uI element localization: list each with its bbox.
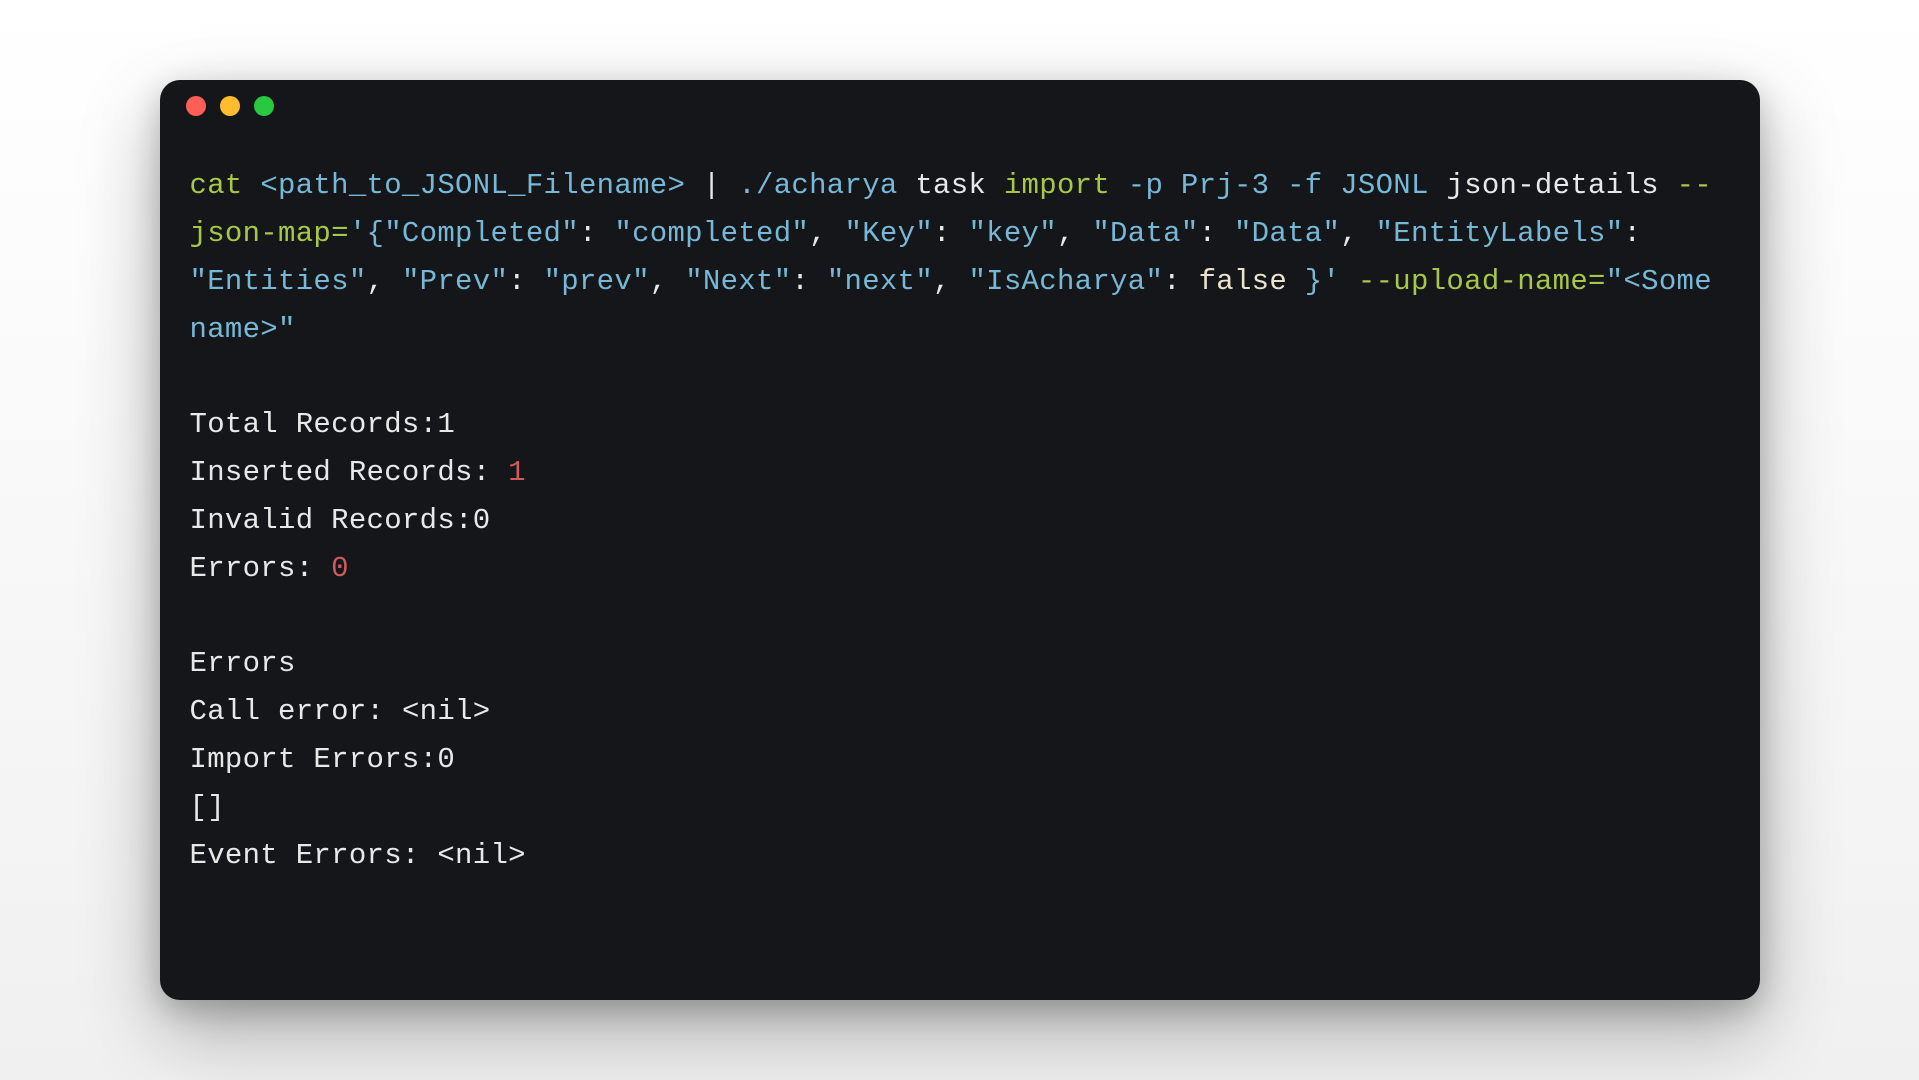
cmd-kv-next-v: "next" xyxy=(827,265,933,298)
call-error-value: <nil> xyxy=(402,695,491,728)
cmd-newline xyxy=(1429,169,1447,202)
cmd-kv-completed-v: "completed" xyxy=(614,217,809,250)
errors-value: 0 xyxy=(331,552,349,585)
cmd-kv-data-k: "Data" xyxy=(1092,217,1198,250)
maximize-icon[interactable] xyxy=(254,96,274,116)
output-import-errors: Import Errors:0 xyxy=(190,736,1730,784)
cmd-comma4: , xyxy=(367,265,402,298)
output-total-records: Total Records:1 xyxy=(190,401,1730,449)
cmd-comma5: , xyxy=(650,265,685,298)
invalid-records-value: 0 xyxy=(473,504,491,537)
invalid-records-label: Invalid Records: xyxy=(190,504,473,537)
cmd-kv-key-k: "Key" xyxy=(845,217,934,250)
cmd-comma3: , xyxy=(1340,217,1375,250)
empty-array: [] xyxy=(190,784,1730,832)
cmd-import: import xyxy=(1004,169,1110,202)
total-records-label: Total Records: xyxy=(190,408,438,441)
cmd-kv-entity-v: "Entities" xyxy=(190,265,367,298)
output-call-error: Call error: <nil> xyxy=(190,688,1730,736)
spacer xyxy=(190,353,1730,401)
inserted-records-label: Inserted Records: xyxy=(190,456,509,489)
total-records-value: 1 xyxy=(437,408,455,441)
cmd-executable: ./acharya xyxy=(738,169,897,202)
errors-header: Errors xyxy=(190,640,1730,688)
cmd-json-close: }' xyxy=(1287,265,1358,298)
cmd-kv-prev-v: "prev" xyxy=(544,265,650,298)
cmd-colon6: : xyxy=(791,265,826,298)
cmd-kv-key-v: "key" xyxy=(968,217,1057,250)
output-event-errors: Event Errors: <nil> xyxy=(190,832,1730,880)
cmd-colon5: : xyxy=(508,265,543,298)
event-errors-value: <nil> xyxy=(437,839,526,872)
cmd-json-open: '{ xyxy=(349,217,384,250)
cmd-kv-isacharya-k: "IsAcharya" xyxy=(968,265,1163,298)
cmd-json-details: json-details xyxy=(1446,169,1676,202)
output-inserted-records: Inserted Records: 1 xyxy=(190,449,1730,497)
cmd-kv-isacharya-v: false xyxy=(1199,265,1288,298)
cmd-space xyxy=(243,169,261,202)
cmd-colon1: : xyxy=(579,217,614,250)
cmd-task: task xyxy=(898,169,1004,202)
command-line: cat <path_to_JSONL_Filename> | ./acharya… xyxy=(190,162,1730,353)
cmd-colon3: : xyxy=(1199,217,1234,250)
import-errors-label: Import Errors: xyxy=(190,743,438,776)
call-error-label: Call error: xyxy=(190,695,402,728)
cmd-flag-p: -p xyxy=(1110,169,1163,202)
cmd-kv-entity-k: "EntityLabels" xyxy=(1376,217,1624,250)
terminal-window: cat <path_to_JSONL_Filename> | ./acharya… xyxy=(160,80,1760,1000)
cmd-pipe: | xyxy=(685,169,738,202)
cmd-comma6: , xyxy=(933,265,968,298)
cmd-colon2: : xyxy=(933,217,968,250)
cmd-comma1: , xyxy=(809,217,844,250)
cmd-project: Prj-3 xyxy=(1163,169,1269,202)
spacer xyxy=(190,593,1730,641)
output-invalid-records: Invalid Records:0 xyxy=(190,497,1730,545)
minimize-icon[interactable] xyxy=(220,96,240,116)
errors-label: Errors: xyxy=(190,552,332,585)
output-errors: Errors: 0 xyxy=(190,545,1730,593)
cmd-colon4: : xyxy=(1623,217,1658,250)
close-icon[interactable] xyxy=(186,96,206,116)
inserted-records-value: 1 xyxy=(508,456,526,489)
terminal-content[interactable]: cat <path_to_JSONL_Filename> | ./acharya… xyxy=(160,132,1760,910)
cmd-colon7: : xyxy=(1163,265,1198,298)
cmd-upload-name-flag: --upload-name= xyxy=(1358,265,1606,298)
cmd-kv-next-k: "Next" xyxy=(685,265,791,298)
cmd-comma2: , xyxy=(1057,217,1092,250)
cmd-flag-f: -f xyxy=(1269,169,1322,202)
cmd-kv-data-v: "Data" xyxy=(1234,217,1340,250)
title-bar xyxy=(160,80,1760,132)
cmd-kv-completed-k: "Completed" xyxy=(384,217,579,250)
cmd-format: JSONL xyxy=(1323,169,1429,202)
cmd-cat: cat xyxy=(190,169,243,202)
cmd-kv-prev-k: "Prev" xyxy=(402,265,508,298)
cmd-path: <path_to_JSONL_Filename> xyxy=(260,169,685,202)
event-errors-label: Event Errors: xyxy=(190,839,438,872)
import-errors-value: 0 xyxy=(437,743,455,776)
